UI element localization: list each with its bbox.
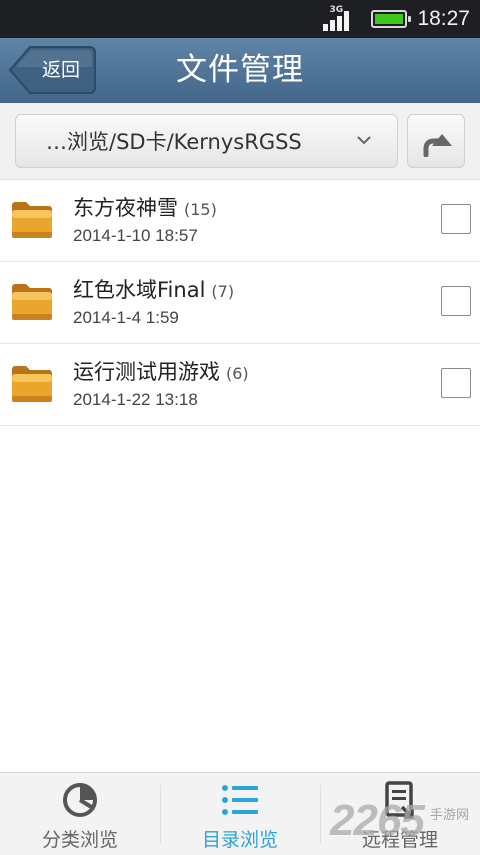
file-list: 东方夜神雪 (15) 2014-1-10 18:57 红色水域Final (7) 2… — [0, 180, 480, 426]
path-bar: …浏览/SD卡/KernysRGSS — [0, 103, 480, 180]
status-bar: 3G 18:27 — [0, 0, 480, 38]
folder-date: 2014-1-10 18:57 — [73, 226, 198, 245]
list-icon — [222, 785, 258, 815]
folder-date: 2014-1-22 13:18 — [73, 390, 198, 409]
page-title: 文件管理 — [176, 52, 304, 88]
battery-icon — [371, 10, 412, 28]
folder-row[interactable]: 红色水域Final (7) 2014-1-4 1:59 — [0, 262, 480, 344]
network-type: 3G — [329, 5, 344, 15]
chevron-down-icon — [357, 136, 371, 145]
title-bar: 返回 文件管理 — [0, 38, 480, 103]
watermark-text: 2265 — [330, 796, 425, 845]
pie-chart-icon — [63, 783, 97, 817]
parent-folder-button[interactable] — [407, 114, 465, 168]
folder-row[interactable]: 东方夜神雪 (15) 2014-1-10 18:57 — [0, 180, 480, 262]
folder-name: 红色水域Final — [73, 278, 206, 302]
folder-name: 东方夜神雪 — [73, 196, 178, 220]
folder-count: (15) — [184, 200, 217, 219]
folder-row[interactable]: 运行测试用游戏 (6) 2014-1-22 13:18 — [0, 344, 480, 426]
current-path: …浏览/SD卡/KernysRGSS — [46, 130, 302, 154]
folder-date: 2014-1-4 1:59 — [73, 308, 179, 327]
tab-directory-browse[interactable]: 目录浏览 — [160, 773, 320, 855]
select-checkbox[interactable] — [441, 368, 471, 398]
tab-category-browse[interactable]: 分类浏览 — [0, 773, 160, 855]
folder-icon — [12, 202, 52, 238]
tab-label: 目录浏览 — [201, 829, 278, 851]
up-arrow-icon — [423, 134, 452, 157]
tab-label: 分类浏览 — [41, 829, 118, 851]
watermark-sub: 手游网 — [430, 808, 470, 823]
folder-count: (6) — [226, 364, 249, 383]
path-dropdown[interactable]: …浏览/SD卡/KernysRGSS — [15, 114, 398, 168]
folder-icon — [12, 366, 52, 402]
status-time: 18:27 — [417, 7, 470, 30]
select-checkbox[interactable] — [441, 286, 471, 316]
signal-icon: 3G — [323, 5, 353, 33]
watermark-logo: 2265 手游网 — [330, 796, 469, 846]
folder-icon — [12, 284, 52, 320]
folder-count: (7) — [211, 282, 235, 301]
folder-name: 运行测试用游戏 — [73, 360, 220, 384]
select-checkbox[interactable] — [441, 204, 471, 234]
